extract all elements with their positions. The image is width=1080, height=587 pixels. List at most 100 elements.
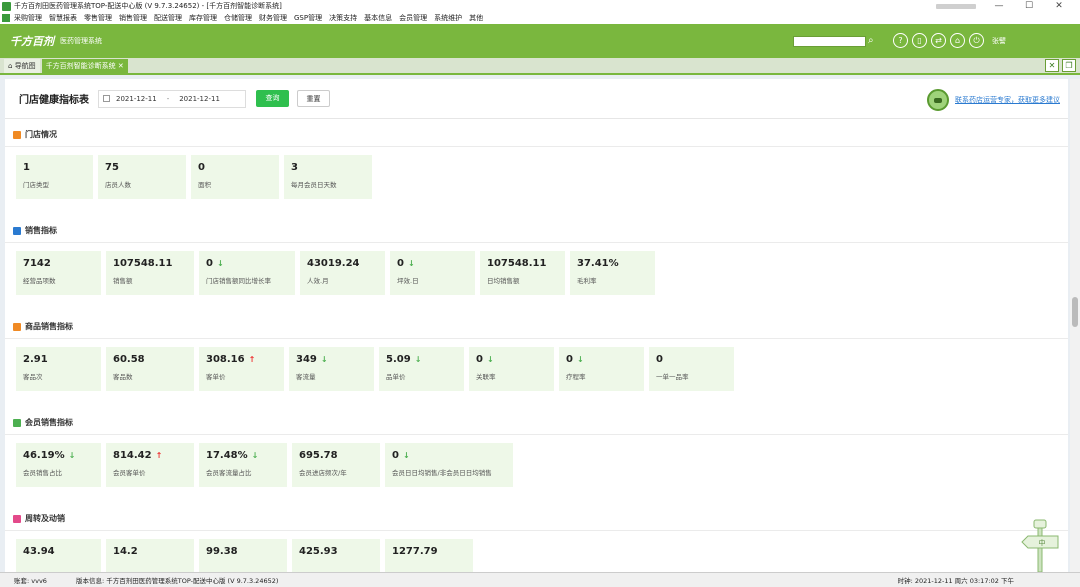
reset-button[interactable]: 重置: [297, 90, 330, 107]
metric-value: 425.93: [299, 546, 338, 557]
menu-item-inventory[interactable]: 库存管理: [189, 13, 217, 23]
menu-item-gsp[interactable]: GSP管理: [294, 13, 322, 23]
metric-label: 人效.月: [307, 277, 329, 285]
metric-label: 会员进店频次/年: [299, 469, 347, 477]
vertical-scrollbar[interactable]: [1070, 79, 1080, 572]
tab-navigation[interactable]: ⌂ 导航图: [4, 59, 40, 73]
menu-item-decision[interactable]: 决策支持: [329, 13, 357, 23]
menu-item-finance[interactable]: 财务管理: [259, 13, 287, 23]
menu-item-purchase[interactable]: 采购管理: [14, 13, 42, 23]
date-start: 2021-12-11: [116, 94, 157, 103]
restore-window-icon[interactable]: ❐: [1062, 59, 1076, 72]
metric-card: 0 ↓ 会员日日均销售/非会员日日均销售: [385, 443, 513, 487]
menu-item-reports[interactable]: 智慧报表: [49, 13, 77, 23]
metric-label: 疗程率: [566, 373, 586, 381]
section-header: 门店情况: [5, 123, 1068, 147]
metric-card: 46.19% ↓ 会员销售占比: [16, 443, 101, 487]
metric-card: 425.93: [292, 539, 380, 572]
titlebar-placeholder: [936, 3, 976, 9]
metric-value: 0: [566, 354, 573, 365]
section-title: 周转及动销: [25, 514, 65, 523]
main-content: 门店健康指标表 2021-12-11 - 2021-12-11 查询 重置 联系…: [5, 79, 1068, 572]
lock-icon[interactable]: ⌂: [950, 33, 965, 48]
metric-label: 会员客单价: [113, 469, 146, 477]
app-icon: [2, 1, 11, 11]
menu-bar: 采购管理 智慧报表 零售管理 销售管理 配送管理 库存管理 仓储管理 财务管理 …: [0, 12, 1080, 24]
trend-down-icon: ↓: [414, 355, 422, 364]
section-header: 会员销售指标: [5, 411, 1068, 435]
trend-down-icon: ↓: [407, 259, 415, 268]
metric-value: 107548.11: [113, 258, 173, 269]
metric-card: 75 店员人数: [98, 155, 186, 199]
scrollbar-thumb[interactable]: [1072, 297, 1078, 327]
trend-up-icon: ↑: [248, 355, 256, 364]
menu-item-basic-info[interactable]: 基本信息: [364, 13, 392, 23]
metric-value: 99.38: [206, 546, 238, 557]
search-input[interactable]: [793, 36, 866, 47]
date-end: 2021-12-11: [179, 94, 220, 103]
contact-expert-link[interactable]: 联系药店运营专家，获取更多建议: [955, 95, 1060, 105]
signpost-icon[interactable]: 中: [1018, 518, 1062, 572]
section-icon: [13, 418, 21, 427]
page-title: 门店健康指标表: [19, 95, 89, 106]
search-icon[interactable]: ⌕: [868, 35, 880, 47]
menu-item-system[interactable]: 系统维护: [434, 13, 462, 23]
metric-value: 0: [206, 258, 213, 269]
metric-label: 面积: [198, 181, 211, 189]
metric-value: 46.19%: [23, 450, 65, 461]
query-button[interactable]: 查询: [256, 90, 289, 107]
menu-app-icon: [2, 14, 10, 22]
section-header: 销售指标: [5, 219, 1068, 243]
metric-value: 107548.11: [487, 258, 547, 269]
metric-value: 17.48%: [206, 450, 248, 461]
tab-label: 导航图: [14, 62, 36, 70]
date-range-picker[interactable]: 2021-12-11 - 2021-12-11: [98, 89, 246, 108]
power-icon[interactable]: ⏻: [969, 33, 984, 48]
metric-label: 会员日日均销售/非会员日日均销售: [392, 469, 492, 477]
metric-card: 0 ↓ 疗程率: [559, 347, 644, 391]
trend-up-icon: ↑: [155, 451, 163, 460]
tab-diagnosis[interactable]: 千方百剂智能诊断系统 ✕: [41, 59, 128, 73]
metric-card: 43019.24 人效.月: [300, 251, 385, 295]
help-icon[interactable]: ?: [893, 33, 908, 48]
menu-item-distribution[interactable]: 配送管理: [154, 13, 182, 23]
metric-value: 0: [476, 354, 483, 365]
switch-icon[interactable]: ⇄: [931, 33, 946, 48]
minimize-icon[interactable]: —: [984, 1, 1014, 11]
metric-card: 43.94: [16, 539, 101, 572]
metric-card: 1277.79: [385, 539, 473, 572]
metric-card: 0 一单一品率: [649, 347, 734, 391]
menu-item-member[interactable]: 会员管理: [399, 13, 427, 23]
close-icon[interactable]: ✕: [1044, 1, 1074, 11]
tab-close-icon[interactable]: ✕: [118, 62, 124, 70]
maximize-icon[interactable]: ☐: [1014, 1, 1044, 11]
metric-label: 经营品项数: [23, 277, 56, 285]
metric-value: 7142: [23, 258, 51, 269]
metric-value: 0: [656, 354, 663, 365]
menu-item-sales[interactable]: 销售管理: [119, 13, 147, 23]
menu-item-warehouse[interactable]: 仓储管理: [224, 13, 252, 23]
calendar-icon: [103, 95, 110, 102]
brand-subtitle: 医药管理系统: [60, 37, 102, 45]
status-bar: 账套: vvv6 版本信息: 千方百剂田医药管理系统TOP-配送中心版 (V 9…: [0, 572, 1080, 587]
menu-item-retail[interactable]: 零售管理: [84, 13, 112, 23]
close-tabs-icon[interactable]: ✕: [1045, 59, 1059, 72]
section-1: 销售指标 7142 经营品项数 107548.11 销售额 0 ↓ 门店销售额同比增长率 430…: [5, 219, 1068, 295]
metric-card: 349 ↓ 客流量: [289, 347, 374, 391]
tab-label: 千方百剂智能诊断系统: [45, 62, 116, 70]
metric-label: 客品次: [23, 373, 43, 381]
metric-card: 308.16 ↑ 客单价: [199, 347, 284, 391]
section-title: 会员销售指标: [25, 418, 73, 427]
menu-item-other[interactable]: 其他: [469, 13, 483, 23]
metric-value: 14.2: [113, 546, 138, 557]
robot-assistant-icon[interactable]: [927, 89, 949, 111]
metric-label: 一单一品率: [656, 373, 689, 381]
metric-card: 2.91 客品次: [16, 347, 101, 391]
section-icon: [13, 130, 21, 139]
filter-toolbar: 门店健康指标表 2021-12-11 - 2021-12-11 查询 重置 联系…: [5, 79, 1068, 119]
username[interactable]: 张譬: [992, 36, 1006, 46]
metric-value: 37.41%: [577, 258, 619, 269]
phone-icon[interactable]: ▯: [912, 33, 927, 48]
metric-card: 60.58 客品数: [106, 347, 194, 391]
status-clock: 时钟: 2021-12-11 周六 03:17:02 下午: [897, 577, 1014, 585]
